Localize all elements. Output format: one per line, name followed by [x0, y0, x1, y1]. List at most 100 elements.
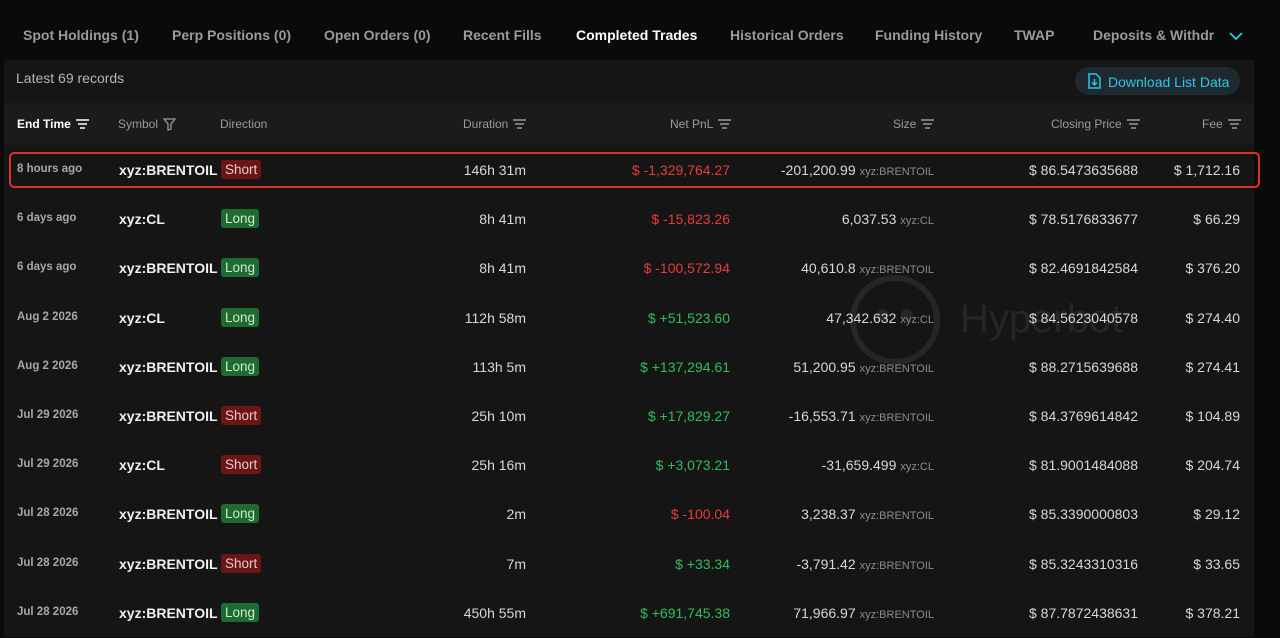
column-net-pnl-label: Net PnL — [670, 117, 714, 131]
tab-completed-trades[interactable]: Completed Trades — [576, 27, 697, 43]
tab-open-orders[interactable]: Open Orders (0) — [324, 27, 431, 43]
trade-fee: $ 378.21 — [1185, 604, 1241, 621]
table-row[interactable]: 6 days ago xyz:CL Long 8h 41m $ -15,823.26 6,… — [4, 195, 1254, 244]
trade-fee: $ 376.20 — [1185, 260, 1241, 277]
column-size-label: Size — [893, 117, 917, 131]
table-row[interactable]: Jul 29 2026 xyz:CL Short 25h 16m $ +3,073.21… — [4, 441, 1254, 490]
tab-spot-holdings[interactable]: Spot Holdings (1) — [23, 27, 139, 43]
trade-net-pnl: $ -100.04 — [670, 506, 730, 523]
table-row[interactable]: Aug 2 2026 xyz:CL Long 112h 58m $ +51,523.60… — [4, 294, 1254, 343]
direction-badge: Long — [221, 356, 260, 376]
trade-size-unit: xyz:BRENTOIL — [859, 412, 934, 424]
trade-symbol: xyz:CL — [119, 309, 165, 326]
trade-end-time: Aug 2 2026 — [17, 359, 78, 372]
trade-closing-price: $ 87.7872438631 — [1029, 604, 1138, 621]
trade-closing-price: $ 85.3243310316 — [1029, 555, 1138, 572]
trade-end-time: Aug 2 2026 — [17, 310, 78, 323]
trade-end-time: Jul 28 2026 — [17, 507, 79, 520]
direction-badge: Long — [221, 307, 260, 327]
trade-size: -31,659.499 xyz:CL — [822, 457, 934, 473]
trade-net-pnl: $ +691,745.38 — [640, 604, 730, 621]
trade-duration: 7m — [506, 555, 526, 572]
trade-size: 71,966.97 xyz:BRENTOIL — [793, 605, 934, 621]
column-end-time[interactable]: End Time — [17, 117, 89, 131]
trade-fee: $ 104.89 — [1185, 408, 1241, 424]
trade-symbol: xyz:BRENTOIL — [119, 555, 218, 572]
trade-symbol: xyz:BRENTOIL — [119, 408, 218, 424]
trade-size-unit: xyz:BRENTOIL — [859, 608, 934, 621]
trade-size: 40,610.8 xyz:BRENTOIL — [801, 260, 934, 276]
column-size[interactable]: Size — [893, 117, 935, 131]
trade-closing-price: $ 85.3390000803 — [1029, 506, 1138, 523]
trade-net-pnl: $ +137,294.61 — [640, 358, 730, 375]
trade-symbol: xyz:BRENTOIL — [119, 604, 218, 621]
table-row[interactable]: Jul 29 2026 xyz:BRENTOIL Short 25h 10m $ +17… — [4, 392, 1254, 441]
trade-duration: 2m — [506, 506, 526, 523]
column-duration[interactable]: Duration — [463, 117, 527, 131]
table-row[interactable]: 6 days ago xyz:BRENTOIL Long 8h 41m $ -100,5… — [4, 244, 1254, 293]
trade-size-unit: xyz:BRENTOIL — [859, 559, 934, 572]
column-symbol[interactable]: Symbol — [118, 117, 177, 131]
trade-end-time: Jul 29 2026 — [17, 409, 79, 421]
trade-duration: 450h 55m — [463, 604, 526, 621]
trade-size-value: -3,791.42 — [796, 555, 856, 572]
trade-size-value: -31,659.499 — [821, 457, 897, 474]
sort-icon — [921, 119, 935, 129]
direction-badge: Long — [221, 602, 260, 622]
trade-closing-price: $ 88.2715639688 — [1029, 358, 1138, 375]
direction-badge: Short — [221, 406, 262, 425]
download-list-label: Download List Data — [1108, 74, 1230, 90]
download-list-button[interactable]: Download List Data — [1075, 67, 1240, 95]
tab-historical-orders[interactable]: Historical Orders — [730, 27, 844, 43]
trade-size: -3,791.42 xyz:BRENTOIL — [796, 556, 934, 572]
table-row[interactable]: Jul 28 2026 xyz:BRENTOIL Long 450h 55m $ +69… — [4, 589, 1254, 638]
trade-fee: $ 1,712.16 — [1173, 162, 1240, 178]
trade-duration: 8h 41m — [479, 211, 526, 228]
tab-deposits-withdrawals[interactable]: Deposits & Withdraw — [1093, 27, 1215, 43]
column-symbol-label: Symbol — [118, 117, 159, 131]
tab-funding-history[interactable]: Funding History — [875, 27, 982, 43]
trade-closing-price: $ 82.4691842584 — [1029, 260, 1138, 277]
trade-net-pnl: $ -1,329,764.27 — [631, 162, 730, 178]
sort-icon — [1227, 119, 1241, 129]
direction-badge: Long — [221, 209, 260, 229]
trade-duration: 112h 58m — [464, 309, 526, 326]
download-file-icon — [1088, 73, 1101, 89]
direction-badge: Long — [221, 258, 260, 278]
tab-recent-fills[interactable]: Recent Fills — [463, 27, 542, 43]
trade-fee: $ 274.40 — [1185, 309, 1241, 326]
trade-size: -16,553.71 xyz:BRENTOIL — [789, 408, 934, 424]
tab-twap[interactable]: TWAP — [1014, 27, 1054, 43]
trade-symbol: xyz:BRENTOIL — [119, 506, 218, 523]
trade-size: -201,200.99 xyz:BRENTOIL — [781, 162, 934, 178]
trade-duration: 25h 10m — [471, 408, 526, 424]
tab-perp-positions[interactable]: Perp Positions (0) — [172, 27, 291, 43]
column-net-pnl[interactable]: Net PnL — [670, 117, 732, 131]
column-closing-price[interactable]: Closing Price — [1051, 117, 1140, 131]
table-row[interactable]: Jul 28 2026 xyz:BRENTOIL Long 2m $ -100.04 3,… — [4, 490, 1254, 539]
trade-size-unit: xyz:BRENTOIL — [859, 362, 934, 375]
trade-closing-price: $ 84.5623040578 — [1029, 309, 1138, 326]
table-row[interactable]: Jul 28 2026 xyz:BRENTOIL Short 7m $ +33.34 -3… — [4, 540, 1254, 589]
direction-badge: Short — [221, 553, 262, 573]
chevron-down-icon[interactable] — [1228, 30, 1244, 42]
trade-net-pnl: $ +3,073.21 — [655, 457, 730, 474]
trade-fee: $ 29.12 — [1193, 506, 1240, 523]
trade-size-value: 71,966.97 — [793, 604, 856, 621]
table-row[interactable]: 8 hours ago xyz:BRENTOIL Short 146h 31m $ -1… — [4, 146, 1254, 195]
records-count: Latest 69 records — [16, 70, 125, 86]
trade-symbol: xyz:BRENTOIL — [119, 260, 218, 277]
trade-duration: 146h 31m — [463, 162, 526, 178]
trade-duration: 113h 5m — [472, 358, 526, 375]
trade-fee: $ 33.65 — [1193, 555, 1240, 572]
table-row[interactable]: Aug 2 2026 xyz:BRENTOIL Long 113h 5m $ +137,… — [4, 343, 1254, 392]
trade-size-value: 40,610.8 — [801, 260, 856, 277]
trade-symbol: xyz:BRENTOIL — [119, 358, 218, 375]
sort-icon — [75, 119, 89, 129]
sort-icon — [718, 119, 732, 129]
trade-closing-price: $ 84.3769614842 — [1029, 408, 1138, 424]
trade-symbol: xyz:BRENTOIL — [119, 162, 218, 178]
trade-end-time: 8 hours ago — [17, 163, 83, 175]
column-fee[interactable]: Fee — [1202, 117, 1241, 131]
sort-icon — [1126, 119, 1140, 129]
